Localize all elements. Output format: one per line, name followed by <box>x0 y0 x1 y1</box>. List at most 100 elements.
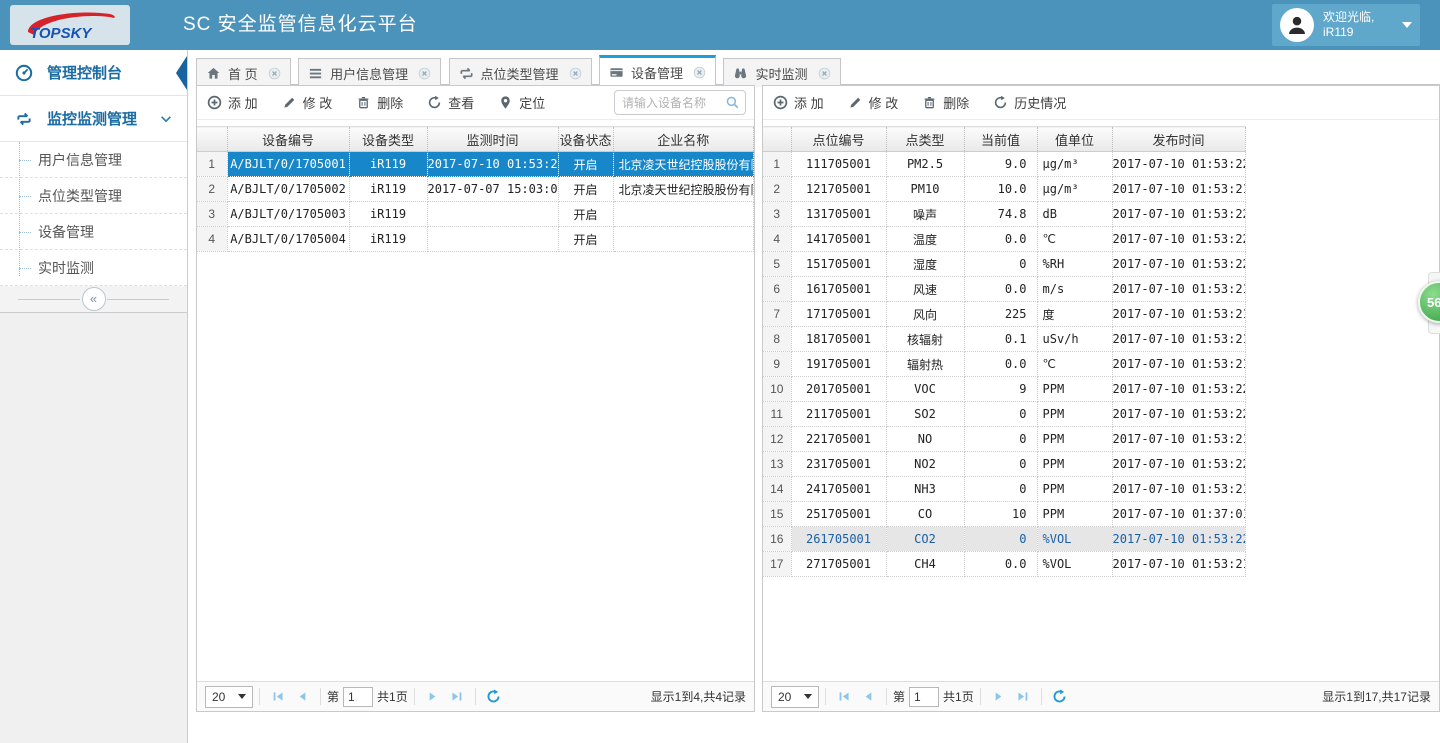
chevron-down-icon[interactable] <box>159 112 173 126</box>
cell-unit: 度 <box>1037 302 1112 327</box>
point-table-row[interactable]: 8 181705001 核辐射 0.1 uSv/h 2017-07-10 01:… <box>763 327 1245 352</box>
sidebar-item-user-info[interactable]: 用户信息管理 <box>0 142 187 178</box>
col-point-type[interactable]: 点类型 <box>886 127 964 152</box>
point-table-row[interactable]: 16 261705001 CO2 0 %VOL 2017-07-10 01:53… <box>763 527 1245 552</box>
close-icon[interactable] <box>693 66 706 79</box>
next-page-button[interactable] <box>421 685 445 709</box>
close-icon[interactable] <box>818 67 831 80</box>
delete-button[interactable]: 删除 <box>352 90 407 115</box>
col-rownum[interactable] <box>197 127 227 152</box>
sidebar-item-device[interactable]: 设备管理 <box>0 214 187 250</box>
prev-page-button[interactable] <box>856 685 880 709</box>
point-table-row[interactable]: 4 141705001 温度 0.0 ℃ 2017-07-10 01:53:22 <box>763 227 1245 252</box>
point-table-row[interactable]: 11 211705001 SO2 0 PPM 2017-07-10 01:53:… <box>763 402 1245 427</box>
cell-point-type: NO <box>886 427 964 452</box>
sidebar-item-console[interactable]: 管理控制台 <box>0 50 187 96</box>
cell-point-type: 风速 <box>886 277 964 302</box>
view-button[interactable]: 查看 <box>423 90 478 115</box>
device-table-row[interactable]: 1 A/BJLT/0/1705001 iR119 2017-07-10 01:5… <box>197 152 754 177</box>
col-current-value[interactable]: 当前值 <box>964 127 1037 152</box>
main-area: 首 页 用户信息管理 点位类型管理 设备管理 实时监测 添 <box>196 50 1440 743</box>
refresh-button[interactable] <box>482 685 506 709</box>
first-page-button[interactable] <box>832 685 856 709</box>
col-device-type[interactable]: 设备类型 <box>349 127 427 152</box>
page-size-select[interactable]: 20 <box>205 686 253 708</box>
history-button[interactable]: 历史情况 <box>989 90 1070 115</box>
col-monitor-time[interactable]: 监测时间 <box>427 127 558 152</box>
col-point-id[interactable]: 点位编号 <box>791 127 886 152</box>
tab-home[interactable]: 首 页 <box>196 58 291 87</box>
search-icon[interactable] <box>725 95 740 110</box>
cell-unit: PPM <box>1037 452 1112 477</box>
point-table-row[interactable]: 1 111705001 PM2.5 9.0 μg/m³ 2017-07-10 0… <box>763 152 1245 177</box>
cell-current-value: 9.0 <box>964 152 1037 177</box>
select-caret-icon <box>804 694 812 699</box>
user-caret-down-icon[interactable] <box>1402 22 1412 28</box>
add-button[interactable]: 添 加 <box>769 90 828 115</box>
sidebar-item-monitoring[interactable]: 监控监测管理 <box>0 96 187 142</box>
device-table-row[interactable]: 3 A/BJLT/0/1705003 iR119 开启 <box>197 202 754 227</box>
page-number-input[interactable] <box>343 687 373 707</box>
last-page-button[interactable] <box>445 685 469 709</box>
device-table-header: 设备编号 设备类型 监测时间 设备状态 企业名称 <box>197 127 754 152</box>
cell-current-value: 0 <box>964 252 1037 277</box>
page-number-input[interactable] <box>909 687 939 707</box>
edit-button[interactable]: 修 改 <box>278 90 337 115</box>
tab-label: 设备管理 <box>631 63 683 82</box>
point-table-row[interactable]: 12 221705001 NO 0 PPM 2017-07-10 01:53:2… <box>763 427 1245 452</box>
cell-point-id: 271705001 <box>791 552 886 577</box>
close-icon[interactable] <box>418 67 431 80</box>
close-icon[interactable] <box>268 67 281 80</box>
point-table-row[interactable]: 15 251705001 CO 10 PPM 2017-07-10 01:37:… <box>763 502 1245 527</box>
next-page-icon <box>992 690 1005 703</box>
last-page-button[interactable] <box>1011 685 1035 709</box>
page-size-select[interactable]: 20 <box>771 686 819 708</box>
point-toolbar: 添 加 修 改 删除 历史情况 <box>763 86 1439 120</box>
point-table-row[interactable]: 13 231705001 NO2 0 PPM 2017-07-10 01:53:… <box>763 452 1245 477</box>
cell-unit: PPM <box>1037 477 1112 502</box>
delete-button[interactable]: 删除 <box>918 90 973 115</box>
edit-button[interactable]: 修 改 <box>844 90 903 115</box>
cell-device-type: iR119 <box>349 152 427 177</box>
tab-device-management[interactable]: 设备管理 <box>599 55 716 86</box>
sidebar-collapse-bar[interactable]: « <box>0 286 187 313</box>
point-table-row[interactable]: 14 241705001 NH3 0 PPM 2017-07-10 01:53:… <box>763 477 1245 502</box>
locate-button[interactable]: 定位 <box>494 90 549 115</box>
point-table-row[interactable]: 10 201705001 VOC 9 PPM 2017-07-10 01:53:… <box>763 377 1245 402</box>
page-total: 共1页 <box>943 688 974 705</box>
next-page-button[interactable] <box>987 685 1011 709</box>
app-header: TOPSKY SC 安全监管信息化云平台 欢迎光临, iR119 <box>0 0 1440 50</box>
point-table-row[interactable]: 9 191705001 辐射热 0.0 ℃ 2017-07-10 01:53:2… <box>763 352 1245 377</box>
point-table-row[interactable]: 3 131705001 噪声 74.8 dB 2017-07-10 01:53:… <box>763 202 1245 227</box>
col-publish-time[interactable]: 发布时间 <box>1112 127 1245 152</box>
sidebar-item-point-type[interactable]: 点位类型管理 <box>0 178 187 214</box>
point-table-row[interactable]: 17 271705001 CH4 0.0 %VOL 2017-07-10 01:… <box>763 552 1245 577</box>
point-table-row[interactable]: 7 171705001 风向 225 度 2017-07-10 01:53:21 <box>763 302 1245 327</box>
add-button[interactable]: 添 加 <box>203 90 262 115</box>
col-device-id[interactable]: 设备编号 <box>227 127 349 152</box>
col-device-status[interactable]: 设备状态 <box>558 127 613 152</box>
prev-page-button[interactable] <box>290 685 314 709</box>
cell-unit: dB <box>1037 202 1112 227</box>
point-table-row[interactable]: 2 121705001 PM10 10.0 μg/m³ 2017-07-10 0… <box>763 177 1245 202</box>
device-panel: 添 加 修 改 删除 查看 定位 <box>196 85 755 712</box>
close-icon[interactable] <box>569 67 582 80</box>
device-table-row[interactable]: 2 A/BJLT/0/1705002 iR119 2017-07-07 15:0… <box>197 177 754 202</box>
col-unit[interactable]: 值单位 <box>1037 127 1112 152</box>
tab-realtime-monitor[interactable]: 实时监测 <box>723 58 840 87</box>
refresh-button[interactable] <box>1048 685 1072 709</box>
point-table-row[interactable]: 5 151705001 湿度 0 %RH 2017-07-10 01:53:22 <box>763 252 1245 277</box>
cell-current-value: 0 <box>964 477 1037 502</box>
tab-user-info[interactable]: 用户信息管理 <box>298 58 441 87</box>
user-menu[interactable]: 欢迎光临, iR119 <box>1272 4 1420 46</box>
col-rownum[interactable] <box>763 127 791 152</box>
cell-device-id: A/BJLT/0/1705002 <box>227 177 349 202</box>
device-table-row[interactable]: 4 A/BJLT/0/1705004 iR119 开启 <box>197 227 754 252</box>
point-table-row[interactable]: 6 161705001 风速 0.0 m/s 2017-07-10 01:53:… <box>763 277 1245 302</box>
col-company[interactable]: 企业名称 <box>613 127 754 152</box>
tab-point-type[interactable]: 点位类型管理 <box>449 58 592 87</box>
sidebar-item-realtime[interactable]: 实时监测 <box>0 250 187 286</box>
first-page-button[interactable] <box>266 685 290 709</box>
collapse-icon[interactable]: « <box>82 287 106 311</box>
cell-monitor-time: 2017-07-10 01:53:22 <box>427 152 558 177</box>
